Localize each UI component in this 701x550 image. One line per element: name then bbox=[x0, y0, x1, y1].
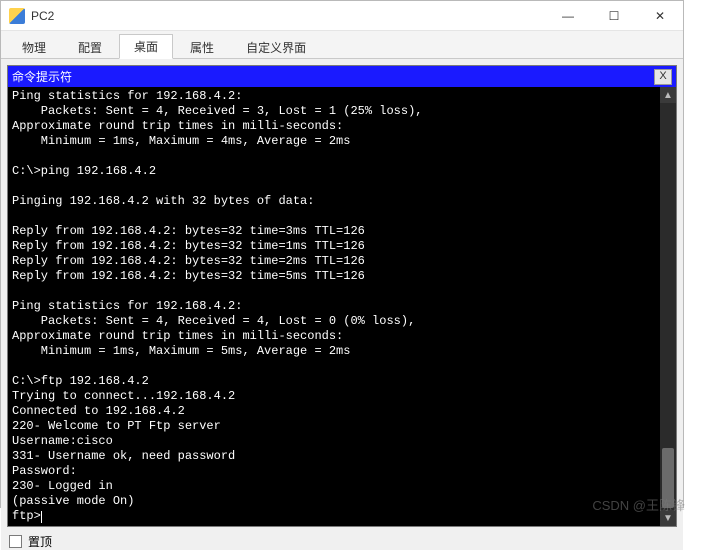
scroll-down-arrow-icon[interactable]: ▼ bbox=[660, 510, 676, 526]
always-on-top-label: 置顶 bbox=[28, 533, 52, 550]
minimize-button[interactable]: — bbox=[545, 1, 591, 31]
vertical-scrollbar[interactable]: ▲ ▼ bbox=[660, 87, 676, 526]
tab-attributes[interactable]: 属性 bbox=[175, 35, 229, 59]
tab-label: 自定义界面 bbox=[246, 41, 306, 55]
tab-label: 物理 bbox=[22, 41, 46, 55]
maximize-button[interactable]: ☐ bbox=[591, 1, 637, 31]
tab-config[interactable]: 配置 bbox=[63, 35, 117, 59]
maximize-icon: ☐ bbox=[609, 9, 620, 23]
command-prompt-window: 命令提示符 X Ping statistics for 192.168.4.2:… bbox=[7, 65, 677, 527]
content-area: 命令提示符 X Ping statistics for 192.168.4.2:… bbox=[1, 59, 683, 533]
close-icon: X bbox=[659, 71, 666, 82]
scroll-up-arrow-icon[interactable]: ▲ bbox=[660, 87, 676, 103]
close-button[interactable]: ✕ bbox=[637, 1, 683, 31]
scroll-thumb[interactable] bbox=[662, 448, 674, 508]
titlebar[interactable]: PC2 — ☐ ✕ bbox=[1, 1, 683, 31]
minimize-icon: — bbox=[562, 9, 574, 23]
close-icon: ✕ bbox=[655, 9, 665, 23]
always-on-top-checkbox[interactable] bbox=[9, 535, 22, 548]
tab-bar: 物理 配置 桌面 属性 自定义界面 bbox=[1, 31, 683, 59]
footer-bar: 置顶 bbox=[1, 533, 683, 550]
tab-physical[interactable]: 物理 bbox=[7, 35, 61, 59]
terminal-container: Ping statistics for 192.168.4.2: Packets… bbox=[8, 87, 676, 526]
app-window: PC2 — ☐ ✕ 物理 配置 桌面 属性 自定义界面 命令提示符 X Ping… bbox=[0, 0, 684, 508]
window-title: PC2 bbox=[31, 9, 54, 23]
tab-label: 配置 bbox=[78, 41, 102, 55]
command-prompt-titlebar[interactable]: 命令提示符 X bbox=[8, 66, 676, 87]
tab-desktop[interactable]: 桌面 bbox=[119, 34, 173, 59]
command-prompt-title: 命令提示符 bbox=[12, 68, 72, 85]
terminal-output[interactable]: Ping statistics for 192.168.4.2: Packets… bbox=[8, 87, 660, 526]
tab-custom-interface[interactable]: 自定义界面 bbox=[231, 35, 321, 59]
tab-label: 桌面 bbox=[134, 40, 158, 54]
command-prompt-close-button[interactable]: X bbox=[654, 69, 672, 85]
scroll-track[interactable] bbox=[660, 103, 676, 510]
app-icon bbox=[9, 8, 25, 24]
tab-label: 属性 bbox=[190, 41, 214, 55]
